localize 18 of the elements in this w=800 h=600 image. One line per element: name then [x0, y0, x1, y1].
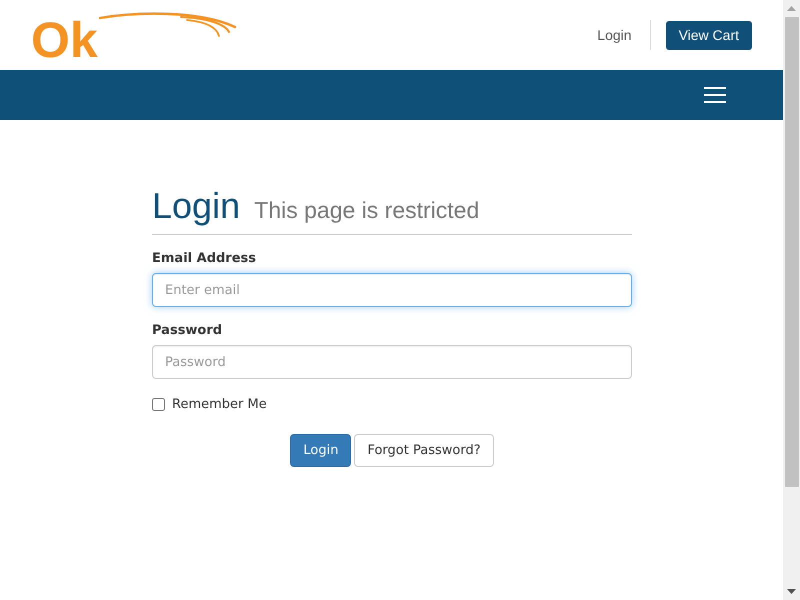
menu-icon[interactable] [704, 87, 726, 103]
field-label: Password [152, 323, 222, 338]
logo-text: Ok [31, 15, 98, 65]
page-subtitle: This page is restricted [254, 197, 480, 223]
login-link[interactable]: Login [597, 27, 632, 43]
field-label: Email Address [152, 251, 256, 266]
scrollbar-thumb[interactable] [784, 17, 798, 487]
forgot-password-button[interactable]: Forgot Password? [354, 434, 494, 467]
email-field[interactable]: Enter email [152, 273, 632, 307]
view-cart-button[interactable]: View Cart [666, 20, 752, 50]
scrollbar[interactable] [783, 0, 800, 600]
password-field[interactable]: Password [152, 345, 632, 379]
remember-label[interactable]: Remember Me [172, 397, 267, 412]
swoosh-icon [98, 12, 237, 38]
scroll-down-icon[interactable] [787, 589, 796, 594]
remember-checkbox[interactable] [152, 398, 165, 411]
login-button[interactable]: Login [290, 434, 352, 467]
page-title: Login [152, 185, 240, 226]
